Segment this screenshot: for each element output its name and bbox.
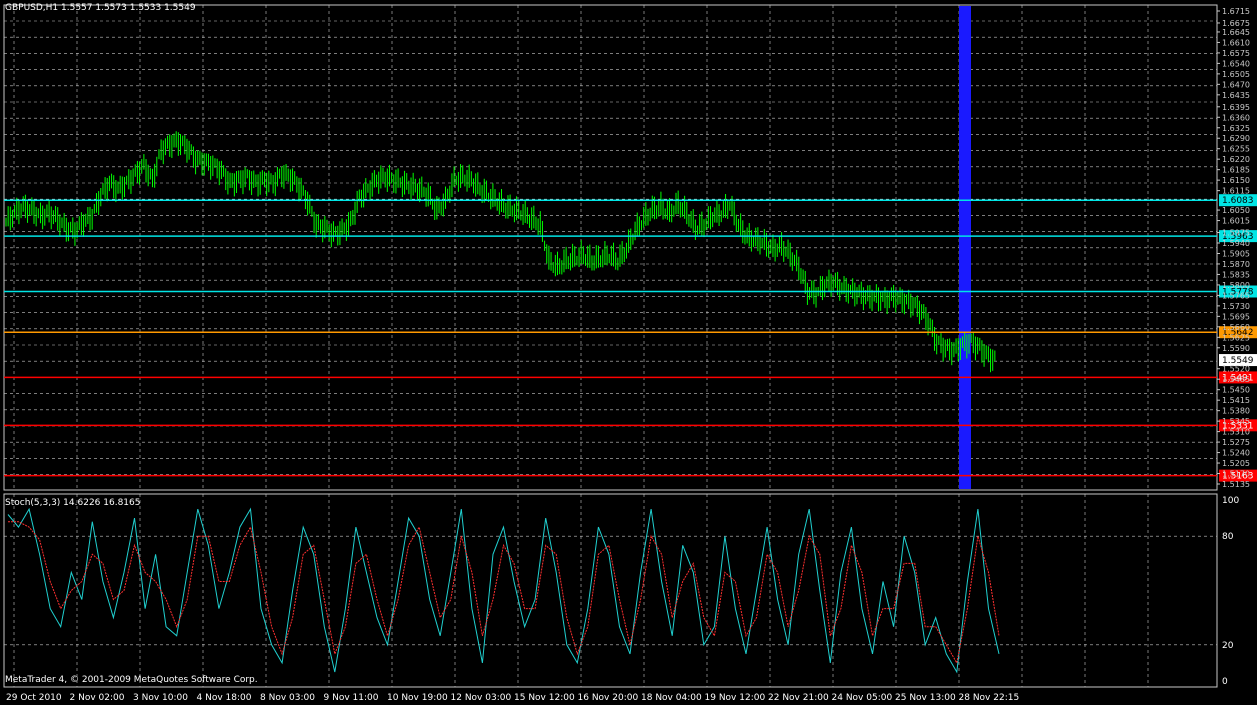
price-tick-label: 1.5940 [1222,239,1250,248]
price-tick-label: 1.5870 [1222,260,1250,269]
price-tick-label: 1.5380 [1222,407,1250,416]
price-tick-label: 1.6290 [1222,134,1250,143]
time-tick-label: 18 Nov 04:00 [641,693,702,703]
price-tick-label: 1.5625 [1222,333,1250,342]
price-tick-label: 1.6185 [1222,166,1250,175]
price-tick-label: 1.5975 [1222,229,1250,238]
stoch-tick-label: 0 [1222,677,1228,687]
price-tick-label: 1.6325 [1222,124,1250,133]
price-tick-label: 1.6610 [1222,38,1250,47]
time-tick-label: 15 Nov 12:00 [514,693,575,703]
price-tick-label: 1.5450 [1222,386,1250,395]
time-tick-label: 16 Nov 20:00 [578,693,639,703]
price-tick-label: 1.6395 [1222,103,1250,112]
trading-chart[interactable]: 1.60831.59631.57781.56421.55491.54911.53… [0,0,1257,705]
time-tick-label: 28 Nov 22:15 [959,693,1020,703]
price-tick-label: 1.6645 [1222,28,1250,37]
copyright-text: MetaTrader 4, © 2001-2009 MetaQuotes Sof… [5,675,258,685]
price-tick-label: 1.6470 [1222,80,1250,89]
price-tick-label: 1.6715 [1222,7,1250,16]
price-tick-label: 1.6675 [1222,19,1250,28]
time-tick-label: 10 Nov 19:00 [387,693,448,703]
price-tick-label: 1.5170 [1222,470,1250,479]
time-tick-label: 8 Nov 03:00 [260,693,315,703]
price-tick-label: 1.6150 [1222,176,1250,185]
price-tick-label: 1.6435 [1222,91,1250,100]
price-tick-label: 1.5485 [1222,375,1250,384]
price-tick-label: 1.6220 [1222,155,1250,164]
price-tick-label: 1.5835 [1222,270,1250,279]
time-tick-label: 12 Nov 03:00 [451,693,512,703]
time-tick-label: 24 Nov 05:00 [832,693,893,703]
stoch-tick-label: 100 [1222,496,1239,506]
price-tick-label: 1.6540 [1222,59,1250,68]
stoch-tick-label: 80 [1222,532,1234,542]
price-tick-label: 1.6505 [1222,70,1250,79]
price-tick-label: 1.5520 [1222,365,1250,374]
time-tick-label: 19 Nov 12:00 [705,693,766,703]
time-tick-label: 22 Nov 21:00 [768,693,829,703]
chart-background [0,0,1257,705]
time-tick-label: 9 Nov 11:00 [324,693,379,703]
price-tick-label: 1.6360 [1222,113,1250,122]
price-tick-label: 1.6050 [1222,206,1250,215]
price-tick-label: 1.5275 [1222,438,1250,447]
time-tick-label: 25 Nov 13:00 [895,693,956,703]
time-tick-label: 2 Nov 02:00 [70,693,125,703]
price-tick-label: 1.5730 [1222,302,1250,311]
time-tick-label: 4 Nov 18:00 [197,693,252,703]
level-price-label: 1.6083 [1222,196,1254,206]
price-tick-label: 1.6575 [1222,49,1250,58]
price-tick-label: 1.5765 [1222,291,1250,300]
price-tick-label: 1.5240 [1222,449,1250,458]
price-tick-label: 1.5205 [1222,459,1250,468]
stoch-tick-label: 20 [1222,641,1234,651]
price-tick-label: 1.6015 [1222,217,1250,226]
stoch-title: Stoch(5,3,3) 14.6226 16.8165 [5,498,141,508]
price-tick-label: 1.5590 [1222,344,1250,353]
price-tick-label: 1.5310 [1222,428,1250,437]
price-tick-label: 1.5660 [1222,323,1250,332]
price-tick-label: 1.6255 [1222,145,1250,154]
price-tick-label: 1.6115 [1222,187,1250,196]
price-tick-label: 1.5415 [1222,396,1250,405]
price-tick-label: 1.5695 [1222,312,1250,321]
time-tick-label: 3 Nov 10:00 [133,693,188,703]
time-tick-label: 29 Oct 2010 [6,693,62,703]
price-tick-label: 1.5905 [1222,249,1250,258]
price-tick-label: 1.5135 [1222,480,1250,489]
chart-title: GBPUSD,H1 1.5557 1.5573 1.5533 1.5549 [5,3,196,13]
price-tick-label: 1.5345 [1222,417,1250,426]
selection-bar[interactable] [959,6,971,489]
price-tick-label: 1.5800 [1222,281,1250,290]
